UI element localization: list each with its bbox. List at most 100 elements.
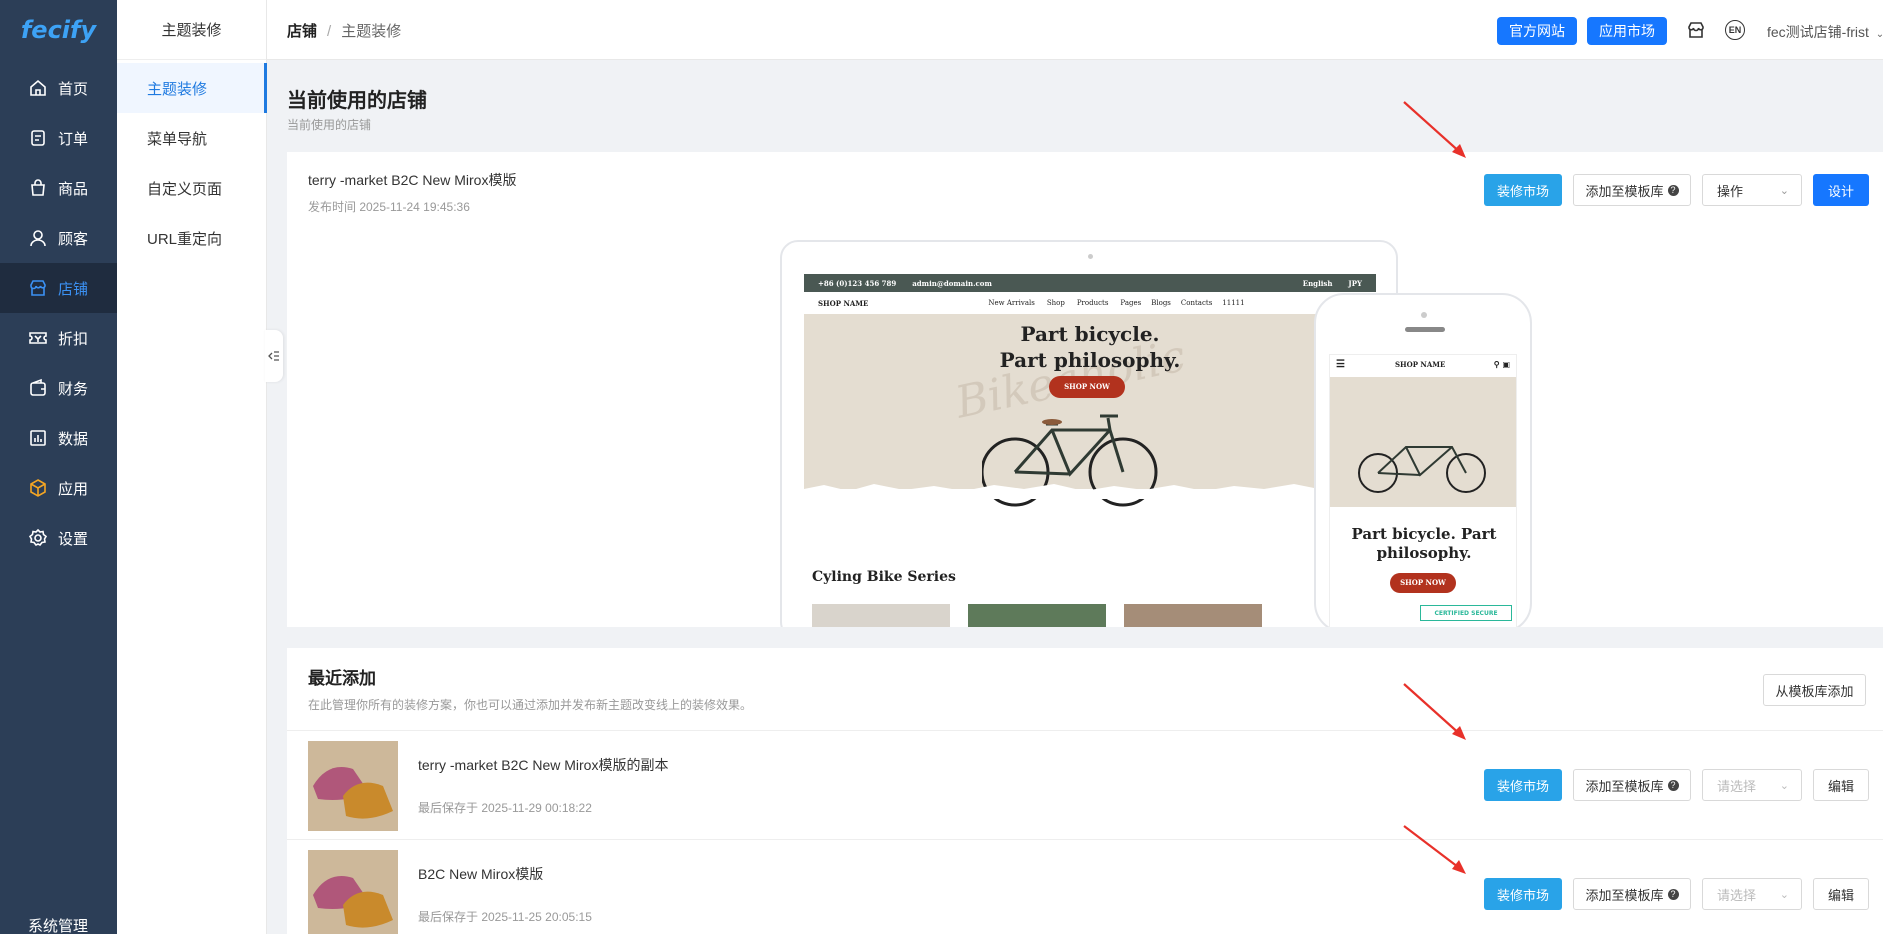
- preview-shop-now-button: SHOP NOW: [1049, 376, 1125, 398]
- collapse-sidebar-icon[interactable]: [265, 330, 283, 382]
- nav-item-orders[interactable]: 订单: [0, 113, 117, 163]
- preview-shop-name: SHOP NAME: [818, 298, 869, 308]
- subnav-item-menu-nav[interactable]: 菜单导航: [117, 113, 267, 163]
- desktop-preview-frame: +86 (0)123 456 789 admin@domain.com Engl…: [780, 240, 1398, 627]
- theme-thumbnail: [308, 850, 398, 934]
- theme-name: terry -market B2C New Mirox模版的副本: [418, 757, 669, 773]
- theme-saved-time: 最后保存于 2025-11-25 20:05:15: [418, 910, 592, 924]
- current-theme-card: terry -market B2C New Mirox模版 发布时间 2025-…: [287, 152, 1883, 627]
- nav-item-label: 应用: [58, 480, 89, 498]
- gear-icon: [28, 528, 48, 547]
- nav-item-label: 首页: [58, 80, 89, 98]
- current-theme-name: terry -market B2C New Mirox模版: [308, 172, 517, 188]
- nav-item-settings[interactable]: 设置: [0, 513, 117, 563]
- mobile-bicycle-image: [1358, 446, 1486, 493]
- main-sidebar: fecify 首页 订单 商品 顾客 店铺 折扣 财务 数据 应用 设置 系统管…: [0, 0, 117, 934]
- preview-thumb-1: [812, 604, 950, 627]
- page-title: 当前使用的店铺: [287, 90, 427, 112]
- action-select[interactable]: 请选择 ⌄: [1702, 769, 1802, 801]
- torn-paper-edge: [804, 484, 1376, 499]
- add-to-library-label: 添加至模板库: [1585, 183, 1664, 199]
- preview-menu-blogs: Blogs: [1151, 299, 1171, 307]
- sub-sidebar: 主题装修 主题装修 菜单导航 自定义页面 URL重定向: [117, 0, 267, 934]
- subnav-item-url-redirect[interactable]: URL重定向: [117, 213, 267, 263]
- nav-item-label: 商品: [58, 180, 89, 198]
- theme-market-button[interactable]: 装修市场: [1484, 174, 1562, 206]
- mobile-header: ☰ SHOP NAME ⚲ ▣: [1330, 355, 1516, 373]
- mobile-shop-now-button: SHOP NOW: [1390, 573, 1456, 593]
- nav-item-store[interactable]: 店铺: [0, 263, 117, 313]
- current-theme-publish-time: 发布时间 2025-11-24 19:45:36: [308, 200, 470, 214]
- add-from-library-button[interactable]: 从模板库添加: [1763, 674, 1866, 706]
- help-icon: ?: [1667, 184, 1679, 196]
- tablet-camera: [1088, 254, 1093, 259]
- design-button[interactable]: 设计: [1813, 174, 1869, 206]
- subnav-item-theme[interactable]: 主题装修: [117, 63, 267, 113]
- theme-thumbnail: [308, 741, 398, 831]
- nav-item-label: 折扣: [58, 330, 89, 348]
- phone-camera: [1421, 312, 1427, 318]
- store-switcher[interactable]: fec测试店铺-frist ⌄: [1767, 22, 1883, 42]
- official-site-button[interactable]: 官方网站: [1497, 17, 1577, 45]
- nav-item-home[interactable]: 首页: [0, 63, 117, 113]
- store-icon: [30, 280, 46, 296]
- desktop-preview-screen: +86 (0)123 456 789 admin@domain.com Engl…: [804, 274, 1376, 627]
- nav-item-products[interactable]: 商品: [0, 163, 117, 213]
- chevron-down-icon: ⌄: [1779, 184, 1789, 197]
- shoe-image: [308, 741, 398, 831]
- add-to-library-button[interactable]: 添加至模板库?: [1573, 878, 1691, 910]
- app-market-button[interactable]: 应用市场: [1587, 17, 1667, 45]
- nav-item-label: 数据: [58, 430, 89, 448]
- order-icon: [31, 130, 45, 146]
- recent-title: 最近添加: [308, 669, 376, 688]
- theme-market-button[interactable]: 装修市场: [1484, 769, 1562, 801]
- bag-icon: [31, 179, 45, 196]
- theme-row: terry -market B2C New Mirox模版的副本 最后保存于 2…: [287, 730, 1883, 839]
- breadcrumb-store[interactable]: 店铺: [287, 23, 317, 40]
- preview-hero: Bikeaholic Part bicycle. Part philosophy…: [804, 314, 1376, 507]
- add-to-library-button[interactable]: 添加至模板库?: [1573, 174, 1691, 206]
- theme-market-button[interactable]: 装修市场: [1484, 878, 1562, 910]
- add-to-library-label: 添加至模板库: [1585, 887, 1664, 903]
- action-select[interactable]: 请选择 ⌄: [1702, 878, 1802, 910]
- nav-item-finance[interactable]: 财务: [0, 363, 117, 413]
- preview-hero-line1: Part bicycle.: [1020, 322, 1160, 346]
- nav-item-label: 订单: [58, 130, 89, 148]
- action-select-placeholder: 请选择: [1717, 887, 1757, 903]
- page-subtitle: 当前使用的店铺: [287, 118, 372, 132]
- preview-lang: English: [1302, 278, 1333, 288]
- preview-navbar: SHOP NAME New Arrivals Shop Products Pag…: [804, 292, 1376, 314]
- help-icon: ?: [1667, 888, 1679, 900]
- preview-menu-pages: Pages: [1120, 299, 1142, 307]
- nav-item-data[interactable]: 数据: [0, 413, 117, 463]
- language-icon[interactable]: EN: [1725, 20, 1745, 40]
- preview-menu-11111: 11111: [1222, 299, 1245, 307]
- top-bar: 店铺 / 主题装修 官方网站 应用市场 EN fec测试店铺-frist ⌄: [267, 0, 1883, 60]
- preview-menu-products: Products: [1076, 299, 1109, 307]
- preview-menu-new: New Arrivals: [988, 299, 1035, 307]
- shop-icon[interactable]: [1685, 19, 1707, 41]
- phone-speaker: [1405, 327, 1445, 332]
- add-to-library-button[interactable]: 添加至模板库?: [1573, 769, 1691, 801]
- preview-thumb-3: [1124, 604, 1262, 627]
- nav-item-apps[interactable]: 应用: [0, 463, 117, 513]
- home-icon: [30, 79, 46, 96]
- edit-button[interactable]: 编辑: [1813, 878, 1869, 910]
- breadcrumb-separator: /: [327, 23, 332, 40]
- nav-item-customers[interactable]: 顾客: [0, 213, 117, 263]
- preview-topbar: +86 (0)123 456 789 admin@domain.com Engl…: [804, 274, 1376, 292]
- operations-select[interactable]: 操作 ⌄: [1702, 174, 1802, 206]
- nav-item-discounts[interactable]: 折扣: [0, 313, 117, 363]
- breadcrumb-current: 主题装修: [341, 23, 402, 40]
- chevron-down-icon: ⌄: [1779, 888, 1789, 901]
- chevron-down-icon: ⌄: [1875, 29, 1883, 40]
- edit-button[interactable]: 编辑: [1813, 769, 1869, 801]
- system-management-link[interactable]: 系统管理: [28, 915, 88, 934]
- subnav-item-custom-pages[interactable]: 自定义页面: [117, 163, 267, 213]
- fecify-logo[interactable]: fecify: [0, 0, 117, 60]
- cart-icon: ⚲ ▣: [1493, 359, 1510, 369]
- breadcrumb: 店铺 / 主题装修: [287, 20, 401, 41]
- operations-select-value: 操作: [1717, 183, 1744, 199]
- nav-item-label: 设置: [58, 530, 89, 548]
- theme-name: B2C New Mirox模版: [418, 866, 544, 882]
